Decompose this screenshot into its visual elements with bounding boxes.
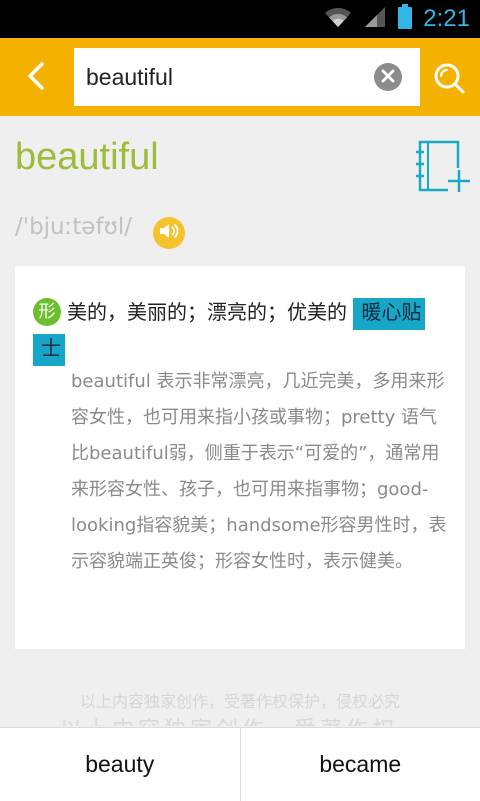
- previous-word-button[interactable]: beauty: [0, 728, 240, 801]
- add-to-notebook-icon: [414, 181, 470, 200]
- next-word-button[interactable]: became: [240, 728, 480, 801]
- copyright-notice: 以上内容独家创作，受著作权保护，侵权必究: [0, 688, 480, 712]
- status-bar: 2:21: [0, 0, 480, 38]
- definition-meaning: 美的，美丽的；漂亮的；优美的: [67, 300, 347, 324]
- close-circle-icon: [381, 68, 395, 87]
- add-to-wordbook-button[interactable]: [414, 140, 470, 196]
- battery-icon: [397, 4, 413, 34]
- bottom-nav: beauty became: [0, 727, 480, 801]
- chevron-left-icon: [24, 61, 48, 95]
- phonetic: /'bjuːtəfʊl/: [15, 214, 132, 240]
- word-header: beautiful /'bjuːtəfʊl/: [0, 116, 480, 266]
- clock: 2:21: [423, 0, 470, 38]
- copyright-notice-ghost: 以上内容独家创作，受著作权保护，侵权必究: [60, 712, 420, 726]
- search-toolbar: [0, 38, 480, 116]
- signal-icon: [363, 5, 387, 33]
- pronunciation-button[interactable]: [153, 217, 185, 249]
- definition-line: 形美的，美丽的；漂亮的；优美的 暖心贴士: [33, 294, 445, 366]
- clear-search-button[interactable]: [374, 63, 402, 91]
- usage-note: beautiful 表示非常漂亮，几近完美，多用来形容女性，也可用来指小孩或事物…: [71, 364, 447, 580]
- definition-card: 形美的，美丽的；漂亮的；优美的 暖心贴士 beautiful 表示非常漂亮，几近…: [15, 266, 465, 649]
- part-of-speech-badge: 形: [33, 298, 61, 326]
- speaker-icon: [159, 222, 179, 244]
- back-button[interactable]: [18, 60, 54, 96]
- search-button[interactable]: [432, 61, 466, 95]
- search-icon: [432, 80, 466, 99]
- search-input[interactable]: [86, 48, 356, 106]
- wifi-icon: [323, 5, 353, 33]
- search-box: [74, 48, 420, 106]
- headword: beautiful: [15, 136, 159, 179]
- status-icons: 2:21: [323, 0, 470, 38]
